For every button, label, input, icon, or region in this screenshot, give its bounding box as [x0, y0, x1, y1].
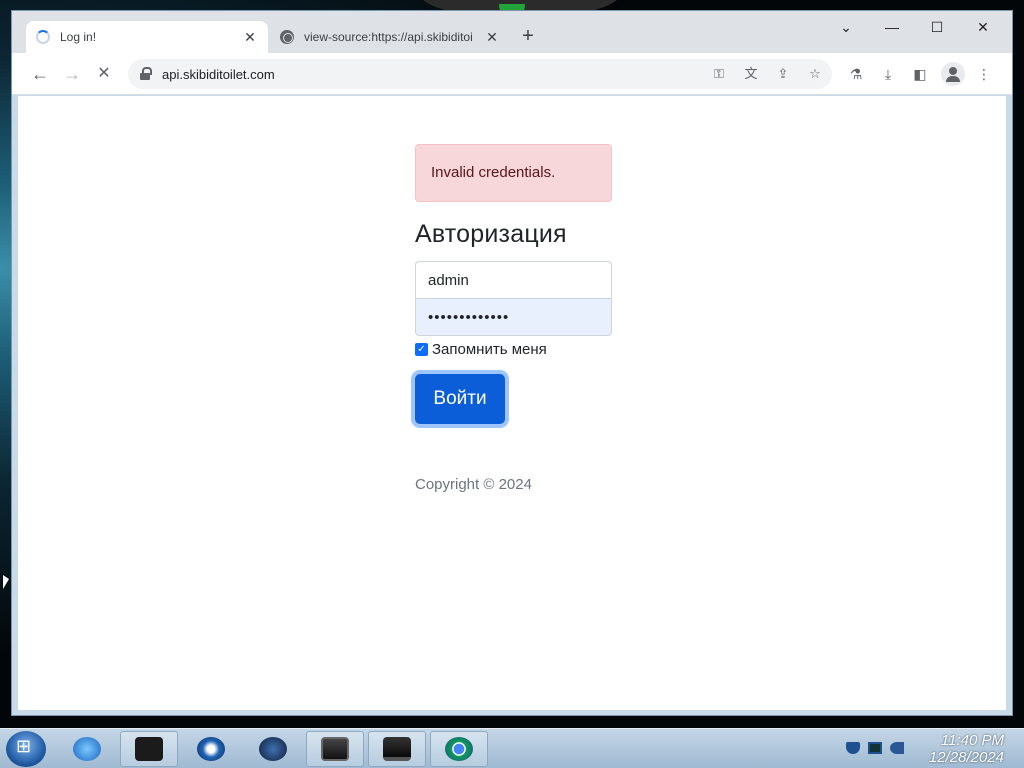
chrome-icon — [445, 737, 473, 761]
remember-me-checkbox[interactable]: ✓ — [415, 343, 428, 356]
address-bar[interactable]: api.skibiditoilet.com ⚿ 文 ⇪ ☆ — [128, 59, 832, 89]
key-icon[interactable]: ⚿ — [708, 63, 730, 85]
side-panel-icon[interactable]: ◧ — [909, 63, 931, 85]
taskbar-terminal[interactable] — [120, 731, 178, 767]
tab-title: view-source:https://api.skibiditoi — [304, 30, 473, 44]
back-button[interactable]: ← — [29, 63, 51, 85]
browser-toolbar: ← → ✕ api.skibiditoilet.com ⚿ 文 ⇪ ☆ ⚗ ⤓ … — [12, 53, 1012, 95]
monitor-app-icon — [383, 737, 411, 761]
download-icon[interactable]: ⤓ — [877, 63, 899, 85]
lock-icon[interactable] — [140, 67, 152, 81]
taskbar-chrome[interactable] — [430, 731, 488, 767]
volume-icon[interactable] — [890, 742, 904, 754]
address-url[interactable]: api.skibiditoilet.com — [162, 67, 275, 82]
translate-icon[interactable]: 文 — [740, 63, 762, 85]
loading-spinner-icon — [36, 30, 50, 44]
tab-title: Log in! — [60, 30, 97, 44]
tab-search-button[interactable]: ⌄ — [832, 15, 860, 39]
star-icon[interactable]: ☆ — [804, 63, 826, 85]
tab-close-button[interactable]: ✕ — [484, 29, 500, 46]
login-form: Invalid credentials. Авторизация ✓ Запом… — [415, 144, 612, 493]
omnibox-actions: ⚿ 文 ⇪ ☆ — [708, 63, 826, 85]
tab-close-button[interactable]: ✕ — [242, 29, 258, 46]
login-button[interactable]: Войти — [415, 374, 505, 424]
profile-icon[interactable] — [941, 62, 965, 86]
remember-me-label[interactable]: Запомнить меня — [432, 341, 547, 358]
taskbar-monitor-app[interactable] — [368, 731, 426, 767]
menu-icon[interactable]: ⋮ — [973, 63, 995, 85]
close-window-button[interactable]: ✕ — [969, 15, 997, 39]
tab-login[interactable]: Log in! ✕ — [26, 21, 268, 53]
terminal-icon — [135, 737, 163, 761]
taskbar-globe-app[interactable] — [244, 731, 302, 767]
taskbar-internet-explorer[interactable] — [58, 731, 116, 767]
globe-icon — [280, 30, 294, 44]
browser-window: Log in! ✕ view-source:https://api.skibid… — [11, 10, 1013, 716]
page-title: Авторизация — [415, 220, 567, 248]
window-app-icon — [321, 737, 349, 761]
media-player-icon — [197, 737, 225, 761]
clock-time: 11:40 PM — [940, 732, 1004, 749]
taskbar-media-player[interactable] — [182, 731, 240, 767]
remember-me-row[interactable]: ✓ Запомнить меня — [415, 341, 612, 358]
security-shield-icon[interactable] — [846, 742, 860, 754]
error-alert: Invalid credentials. — [415, 144, 612, 202]
network-icon[interactable] — [868, 742, 882, 754]
tab-view-source[interactable]: view-source:https://api.skibiditoi ✕ — [270, 21, 510, 53]
internet-explorer-icon — [73, 737, 101, 761]
start-button[interactable] — [6, 731, 46, 767]
minimize-button[interactable]: — — [878, 15, 906, 39]
system-clock[interactable]: 11:40 PM 12/28/2024 — [929, 732, 1004, 766]
username-field[interactable] — [415, 261, 612, 299]
mouse-cursor-icon — [3, 575, 9, 589]
new-tab-button[interactable]: + — [518, 25, 538, 47]
share-icon[interactable]: ⇪ — [772, 63, 794, 85]
taskbar-window-app[interactable] — [306, 731, 364, 767]
copyright-text: Copyright © 2024 — [415, 476, 532, 493]
forward-button[interactable]: → — [61, 63, 83, 85]
labs-icon[interactable]: ⚗ — [845, 63, 867, 85]
clock-date: 12/28/2024 — [928, 749, 1004, 766]
password-field[interactable] — [415, 298, 612, 336]
globe-app-icon — [259, 737, 287, 761]
taskbar: 11:40 PM 12/28/2024 — [0, 728, 1024, 768]
tab-strip: Log in! ✕ view-source:https://api.skibid… — [12, 11, 1012, 53]
maximize-button[interactable]: ☐ — [923, 15, 951, 39]
stop-button[interactable]: ✕ — [93, 63, 115, 85]
page-viewport: Invalid credentials. Авторизация ✓ Запом… — [18, 96, 1006, 710]
